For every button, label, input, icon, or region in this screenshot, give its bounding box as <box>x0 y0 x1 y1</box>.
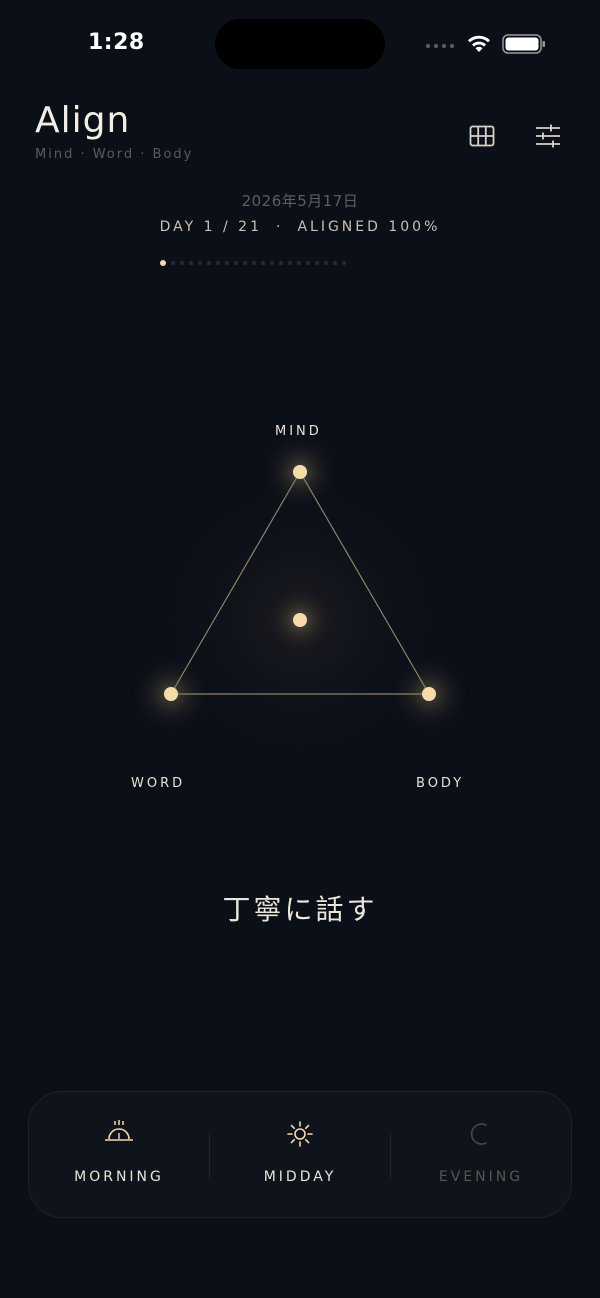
period-evening-button[interactable]: EVENING <box>391 1092 571 1217</box>
period-midday-label: MIDDAY <box>263 1169 337 1185</box>
period-morning-label: MORNING <box>74 1169 164 1185</box>
word-label: WORD <box>131 776 186 791</box>
mind-node <box>293 465 307 479</box>
mind-label: MIND <box>275 424 322 439</box>
body-node <box>422 687 436 701</box>
daily-phrase: 丁寧に話す <box>222 893 378 926</box>
period-morning-button[interactable]: MORNING <box>29 1092 209 1217</box>
sun-icon <box>287 1121 313 1147</box>
word-node <box>164 687 178 701</box>
moon-icon <box>470 1123 487 1145</box>
body-label: BODY <box>416 776 465 791</box>
screen: 1:28 Align Mind · Word · Body 2026年5月17日… <box>0 0 600 1298</box>
period-midday-button[interactable]: MIDDAY <box>210 1092 390 1217</box>
sunrise-icon <box>105 1120 133 1141</box>
period-selector: MORNING MIDDAY EVENING <box>28 1091 572 1218</box>
center-node <box>293 613 307 627</box>
alignment-triangle <box>131 432 469 770</box>
period-evening-label: EVENING <box>438 1169 524 1185</box>
